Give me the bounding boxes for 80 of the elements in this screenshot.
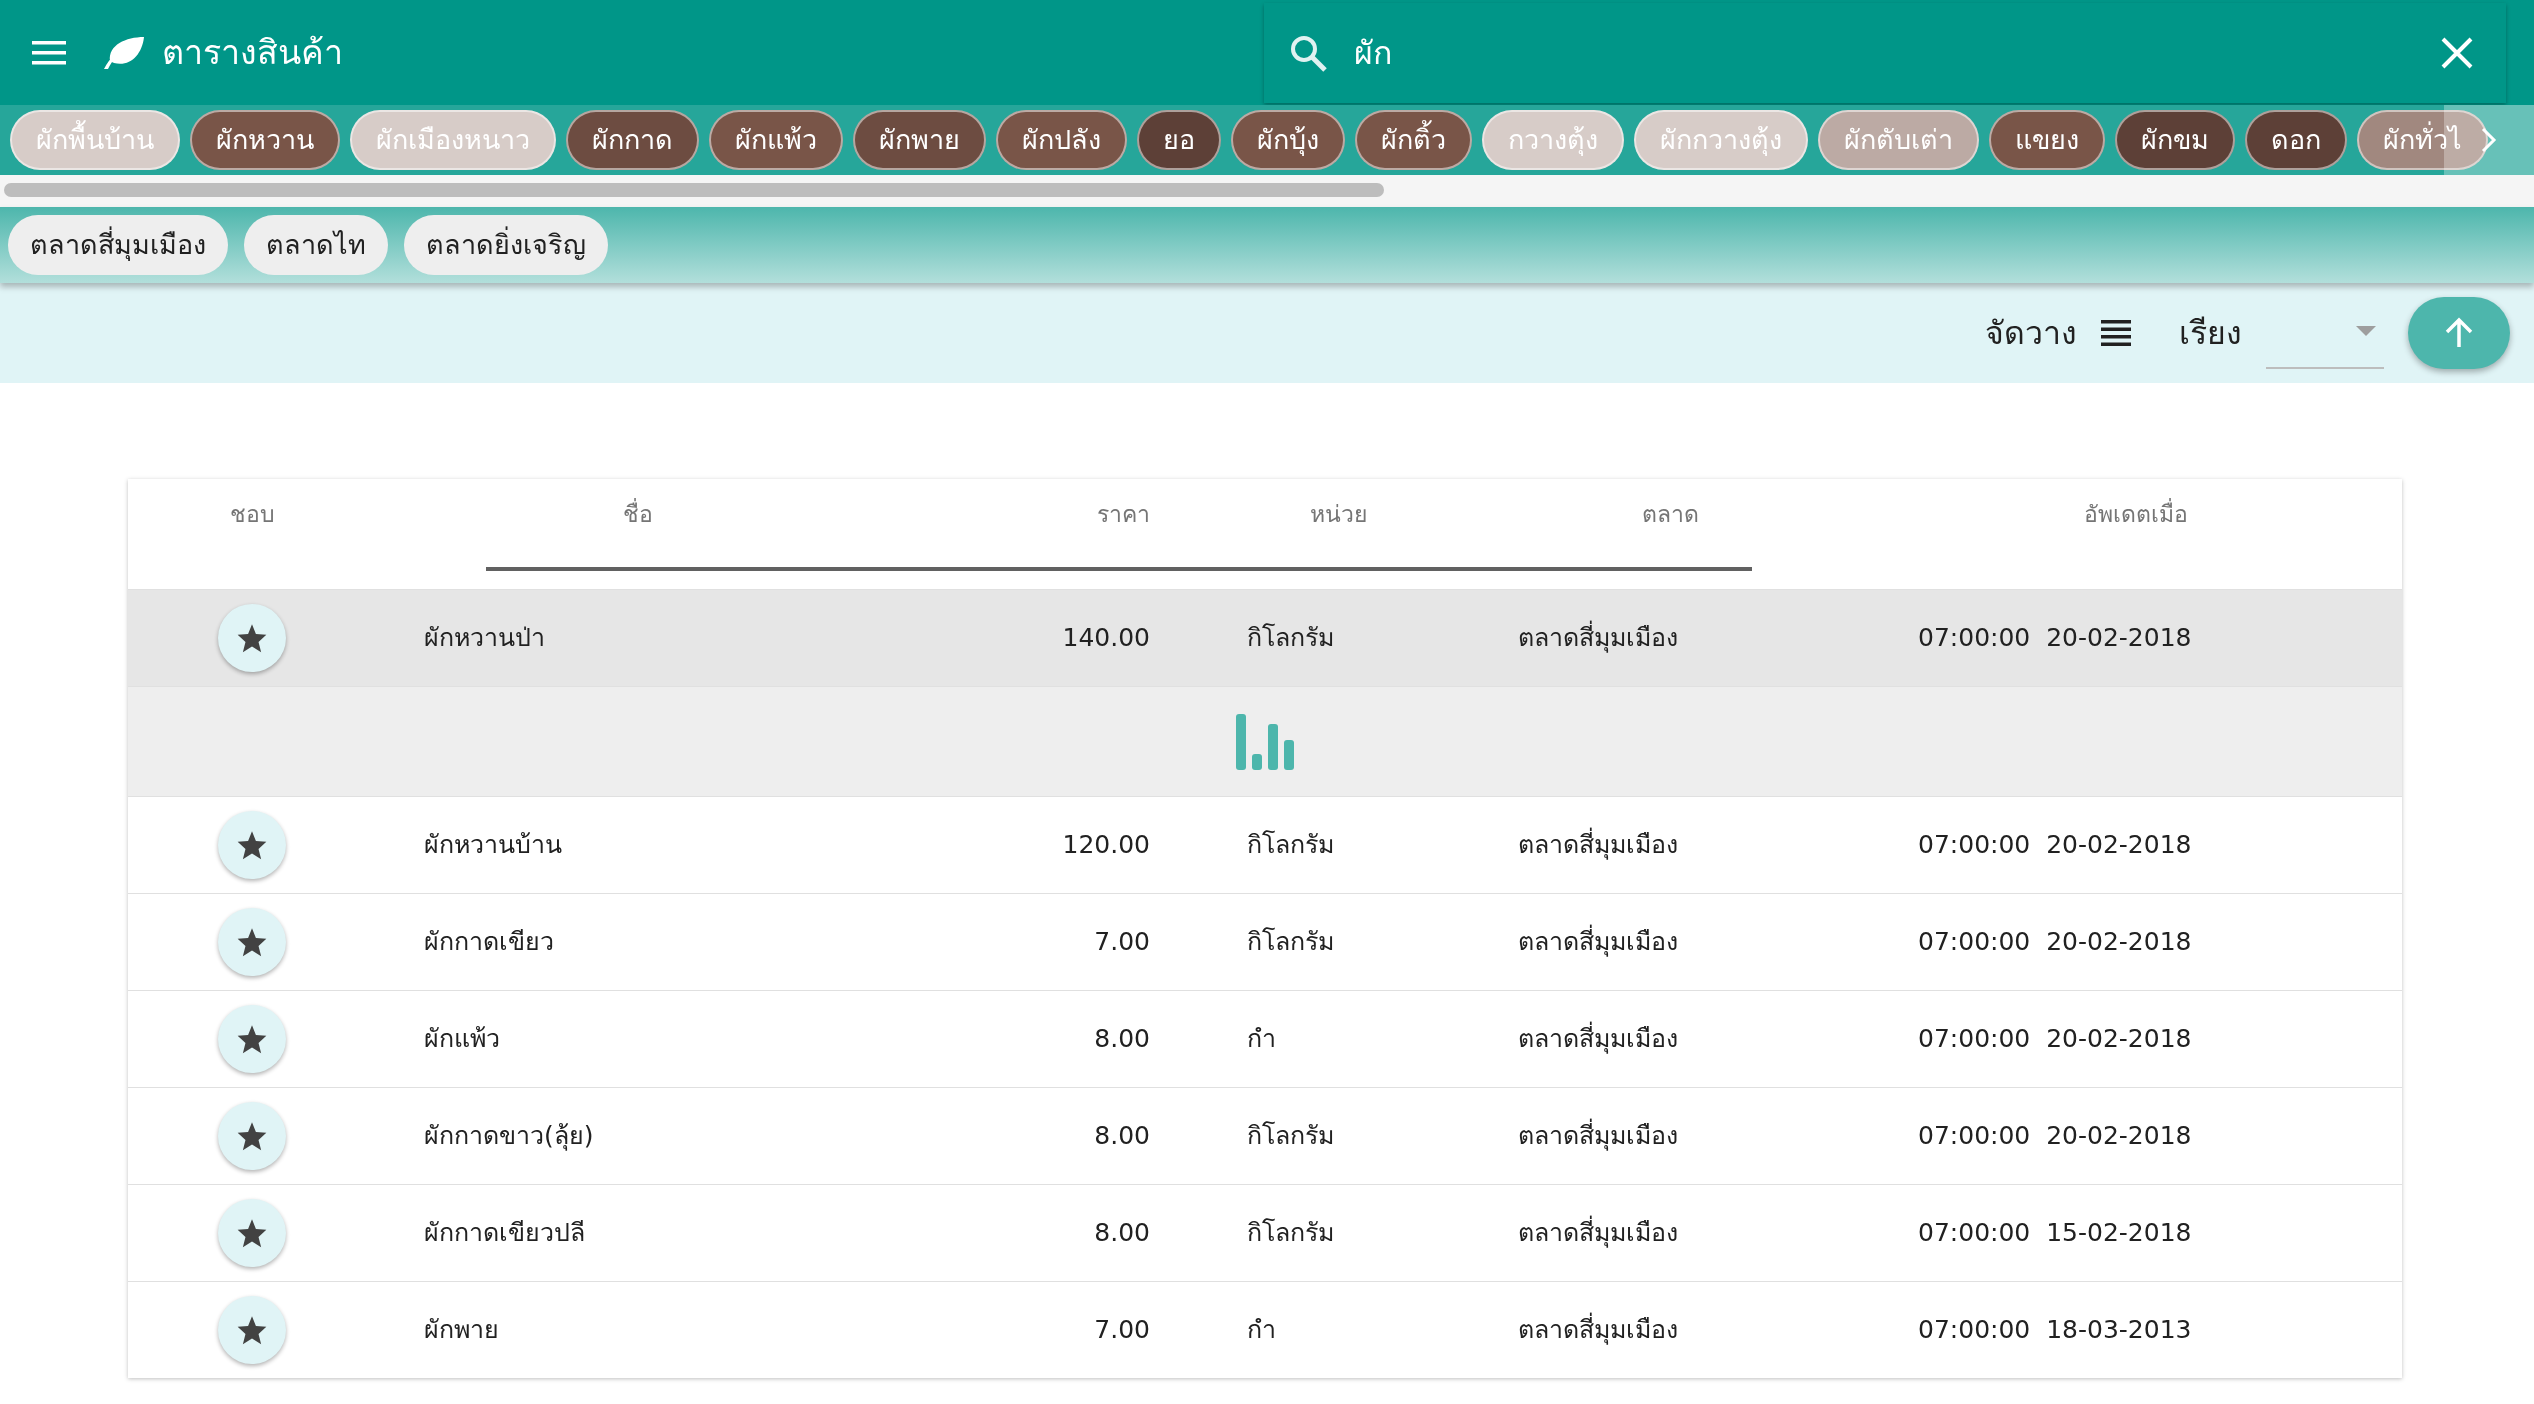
updated-cell: 07:00:00 20-02-2018 xyxy=(1918,623,2192,653)
unit-cell: กิโลกรัม xyxy=(1247,830,1334,860)
favorite-star-button[interactable] xyxy=(218,908,286,976)
price-cell: 120.00 xyxy=(1062,830,1150,860)
table-row[interactable]: ผักพาย 7.00 กำ ตลาดสี่มุมเมือง 07:00:00 18-03-2013 xyxy=(128,1281,2402,1378)
column-header[interactable]: ราคา xyxy=(1097,500,1150,527)
unit-cell: กิโลกรัม xyxy=(1247,1121,1334,1151)
category-chip[interactable]: ผักหวาน xyxy=(190,109,340,171)
updated-cell: 07:00:00 15-02-2018 xyxy=(1918,1218,2192,1248)
star-icon xyxy=(236,1121,268,1151)
product-name: ผักแพ้ว xyxy=(424,1024,500,1054)
market-chip[interactable]: ตลาดสี่มุมเมือง xyxy=(8,214,228,276)
category-chip[interactable]: ผักกาด xyxy=(566,109,699,171)
unit-cell: กิโลกรัม xyxy=(1247,1218,1334,1248)
price-cell: 8.00 xyxy=(1094,1218,1150,1248)
favorite-star-button[interactable] xyxy=(218,604,286,672)
star-icon xyxy=(236,830,268,860)
category-chip[interactable]: ผักแพ้ว xyxy=(709,109,843,171)
market-chip[interactable]: ตลาดไท xyxy=(244,214,388,276)
price-cell: 8.00 xyxy=(1094,1024,1150,1054)
product-name: ผักหวานบ้าน xyxy=(424,830,562,860)
category-chip[interactable]: ผักทั่วไ xyxy=(2357,109,2488,171)
category-chip[interactable]: ยอ xyxy=(1137,109,1221,171)
table-row[interactable]: ผักหวานบ้าน 120.00 กิโลกรัม ตลาดสี่มุมเมือง 07:00:00 20-02-2018 xyxy=(128,796,2402,893)
arrow-up-icon xyxy=(2444,317,2474,349)
price-cell: 8.00 xyxy=(1094,1121,1150,1151)
star-icon xyxy=(236,1218,268,1248)
unit-cell: กิโลกรัม xyxy=(1247,927,1334,957)
layout-label: จัดวาง xyxy=(1985,313,2077,354)
star-icon xyxy=(236,623,268,653)
favorite-star-button[interactable] xyxy=(218,1005,286,1073)
table-row[interactable]: ผักกาดเขียว 7.00 กิโลกรัม ตลาดสี่มุมเมือง 07:00:00 20-02-2018 xyxy=(128,893,2402,990)
favorite-star-button[interactable] xyxy=(218,811,286,879)
sort-label: เรียง xyxy=(2179,313,2242,354)
price-cell: 7.00 xyxy=(1094,927,1150,957)
market-chip[interactable]: ตลาดยิ่งเจริญ xyxy=(404,214,608,276)
product-name: ผักพาย xyxy=(424,1315,499,1345)
column-header[interactable]: ชื่อ xyxy=(623,500,653,527)
leaf-icon xyxy=(102,34,146,71)
favorite-star-button[interactable] xyxy=(218,1296,286,1364)
table-row[interactable]: ผักกาดเขียวปลี 8.00 กิโลกรัม ตลาดสี่มุมเมือง 07:00:00 15-02-2018 xyxy=(128,1184,2402,1281)
category-chip[interactable]: ผักบุ้ง xyxy=(1231,109,1345,171)
star-icon xyxy=(236,1315,268,1345)
updated-cell: 07:00:00 20-02-2018 xyxy=(1918,830,2192,860)
column-header[interactable]: ตลาด xyxy=(1641,500,1699,527)
star-icon xyxy=(236,927,268,957)
unit-cell: กำ xyxy=(1247,1315,1276,1345)
bar-chart-icon xyxy=(1236,713,1294,770)
unit-cell: กำ xyxy=(1247,1024,1276,1054)
table-row[interactable]: ผักแพ้ว 8.00 กำ ตลาดสี่มุมเมือง 07:00:00 20-02-2018 xyxy=(128,990,2402,1087)
category-chip[interactable]: ผักปลัง xyxy=(996,109,1127,171)
product-name: ผักกาดเขียวปลี xyxy=(424,1218,585,1248)
list-icon[interactable] xyxy=(2101,319,2131,347)
column-header[interactable]: หน่วย xyxy=(1310,500,1367,527)
category-chip[interactable]: ผักพาย xyxy=(853,109,986,171)
category-chip[interactable]: แขยง xyxy=(1989,109,2105,171)
table-row[interactable]: ผักหวานป่า 140.00 กิโลกรัม ตลาดสี่มุมเมือง 07:00:00 20-02-2018 xyxy=(128,589,2402,686)
category-chip[interactable]: ผักติ้ว xyxy=(1355,109,1472,171)
column-header[interactable]: อัพเดตเมื่อ xyxy=(2084,500,2188,527)
price-cell: 140.00 xyxy=(1062,623,1150,653)
updated-cell: 07:00:00 18-03-2013 xyxy=(1918,1315,2192,1345)
column-header[interactable]: ชอบ xyxy=(229,500,275,527)
product-name: ผักหวานป่า xyxy=(424,623,545,653)
price-cell: 7.00 xyxy=(1094,1315,1150,1345)
scrollbar-thumb[interactable] xyxy=(4,183,1384,197)
caret-icon xyxy=(2356,326,2376,338)
category-chip[interactable]: ผักขม xyxy=(2115,109,2235,171)
unit-cell: กิโลกรัม xyxy=(1247,623,1334,653)
product-name: ผักกาดเขียว xyxy=(424,927,554,957)
table-row[interactable]: ผักกาดขาว(ลุ้ย) 8.00 กิโลกรัม ตลาดสี่มุมเมือง 07:00:00 20-02-2018 xyxy=(128,1087,2402,1184)
updated-cell: 07:00:00 20-02-2018 xyxy=(1918,927,2192,957)
updated-cell: 07:00:00 20-02-2018 xyxy=(1918,1121,2192,1151)
star-icon xyxy=(236,1024,268,1054)
favorite-star-button[interactable] xyxy=(218,1199,286,1267)
app-title: ตารางสินค้า xyxy=(162,31,343,74)
product-name: ผักกาดขาว(ลุ้ย) xyxy=(424,1121,594,1151)
updated-cell: 07:00:00 20-02-2018 xyxy=(1918,1024,2192,1054)
search-input[interactable]: ผัก xyxy=(1352,27,2432,78)
favorite-star-button[interactable] xyxy=(218,1102,286,1170)
category-chip[interactable]: ดอก xyxy=(2245,109,2347,171)
